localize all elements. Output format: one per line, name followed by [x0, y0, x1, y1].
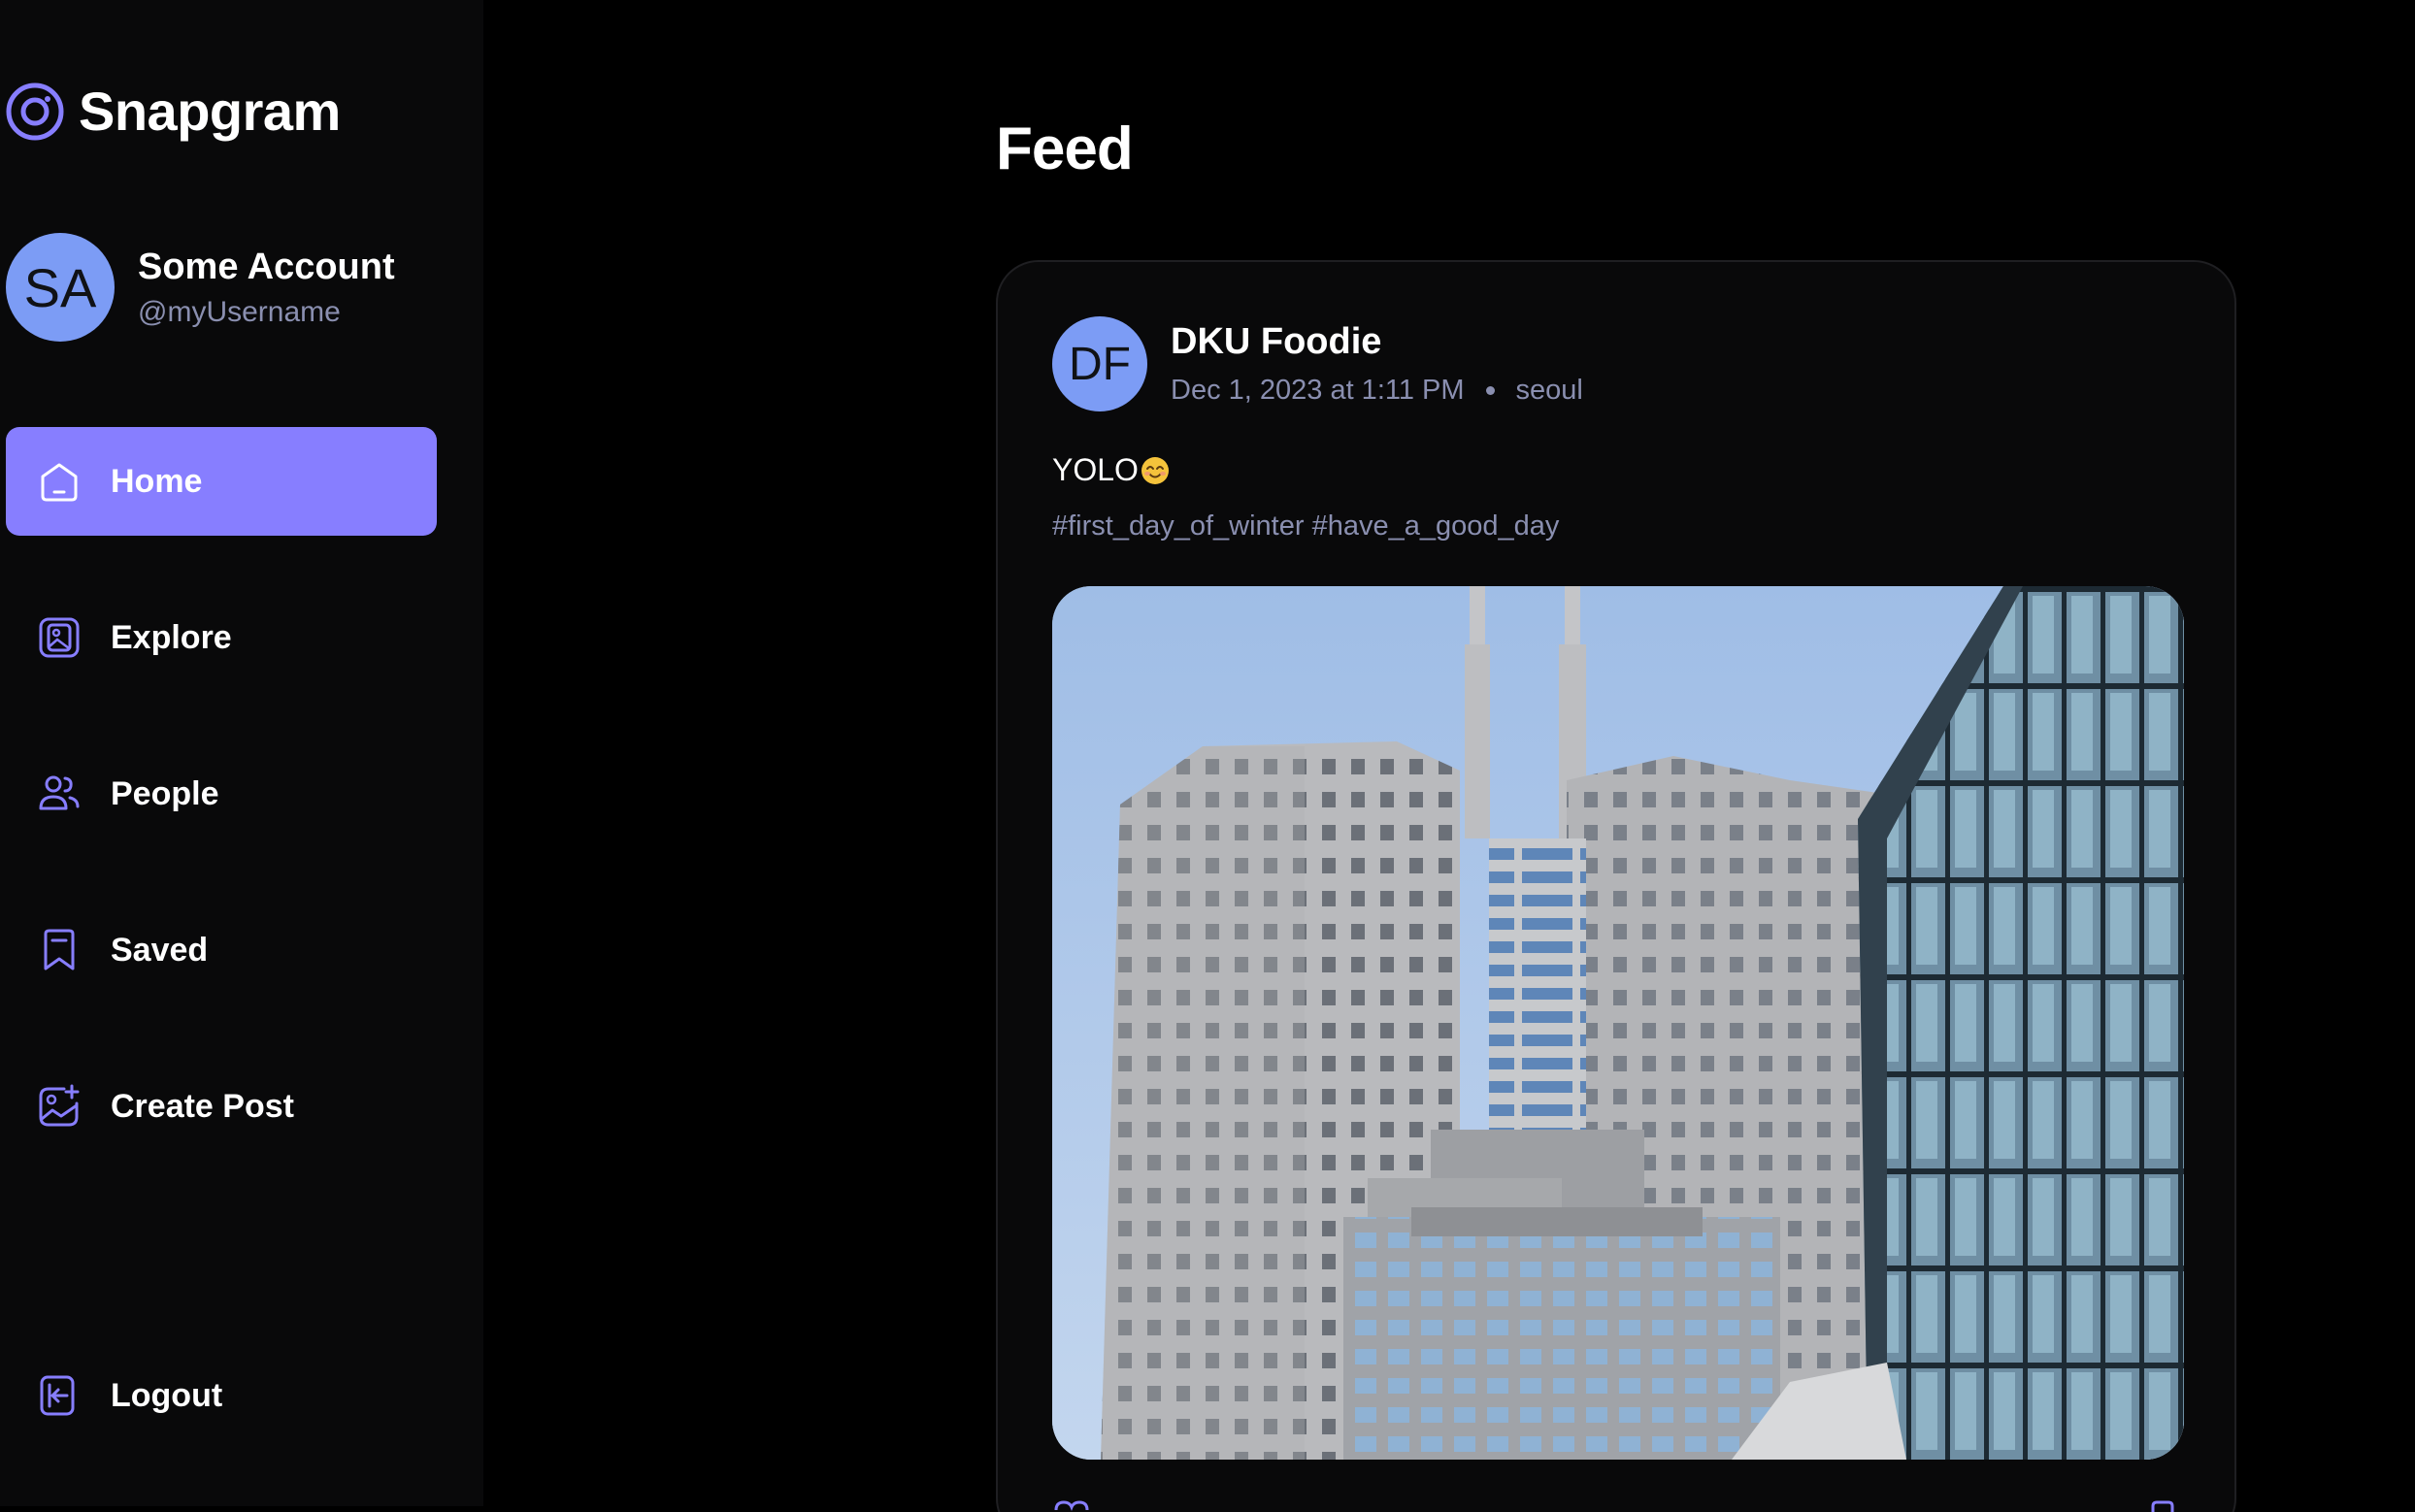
profile-username: @myUsername: [138, 295, 341, 328]
logout-button[interactable]: Logout: [6, 1341, 437, 1450]
left-sidebar: Snapgram SA Some Account @myUsername Hom…: [0, 0, 483, 1506]
post-card: DF DKU Foodie Dec 1, 2023 at 1:11 PM seo…: [996, 260, 2236, 1512]
post-meta: DKU Foodie Dec 1, 2023 at 1:11 PM seoul: [1171, 321, 1583, 407]
post-header: DF DKU Foodie Dec 1, 2023 at 1:11 PM seo…: [1052, 316, 1583, 411]
people-icon: [39, 775, 80, 810]
sidebar-item-explore[interactable]: Explore: [6, 583, 437, 692]
like-icon[interactable]: [1052, 1496, 1091, 1512]
post-tags[interactable]: #first_day_of_winter #have_a_good_day: [1052, 510, 1559, 542]
save-post-icon[interactable]: [2143, 1496, 2182, 1512]
sidebar-item-label: Explore: [111, 618, 232, 656]
sidebar-item-label: People: [111, 774, 219, 812]
app-logo[interactable]: Snapgram: [5, 80, 341, 143]
post-caption: YOLO: [1052, 452, 1170, 488]
sidebar-item-home[interactable]: Home: [6, 427, 437, 536]
app-name: Snapgram: [79, 81, 341, 142]
sidebar-item-label: Create Post: [111, 1087, 294, 1125]
heart-outline-icon: [1054, 1500, 1089, 1512]
post-author-avatar[interactable]: DF: [1052, 316, 1147, 411]
post-image[interactable]: [1052, 586, 2184, 1460]
bookmark-outline-icon: [2151, 1500, 2174, 1512]
camera-logo-icon: [6, 82, 64, 140]
gallery-add-icon: [39, 1084, 80, 1127]
gallery-icon: [39, 617, 80, 658]
post-date: Dec 1, 2023 at 1:11 PM: [1171, 375, 1465, 406]
home-icon: [41, 463, 78, 502]
logout-icon: [40, 1375, 75, 1416]
profile-card[interactable]: SA Some Account @myUsername: [6, 233, 395, 342]
post-caption-text: YOLO: [1052, 452, 1139, 487]
sidebar-item-people[interactable]: People: [6, 740, 437, 848]
sidebar-item-label: Home: [111, 462, 203, 500]
sidebar-item-saved[interactable]: Saved: [6, 896, 437, 1004]
app-root: Snapgram SA Some Account @myUsername Hom…: [0, 0, 2415, 1512]
post-location: seoul: [1515, 375, 1583, 406]
post-author-name[interactable]: DKU Foodie: [1171, 321, 1583, 363]
bookmark-icon: [44, 929, 75, 970]
smiling-face-emoji: [1141, 456, 1169, 484]
profile-meta: Some Account @myUsername: [138, 247, 395, 329]
page-title: Feed: [996, 115, 1134, 182]
sidebar-item-label: Saved: [111, 931, 209, 969]
separator-dot: [1485, 386, 1495, 395]
sidebar-item-create-post[interactable]: Create Post: [6, 1052, 437, 1161]
logout-label: Logout: [111, 1376, 223, 1414]
avatar[interactable]: SA: [6, 233, 115, 342]
profile-name: Some Account: [138, 246, 395, 287]
building-photo: [1052, 586, 2184, 1460]
post-subline: Dec 1, 2023 at 1:11 PM seoul: [1171, 375, 1583, 407]
